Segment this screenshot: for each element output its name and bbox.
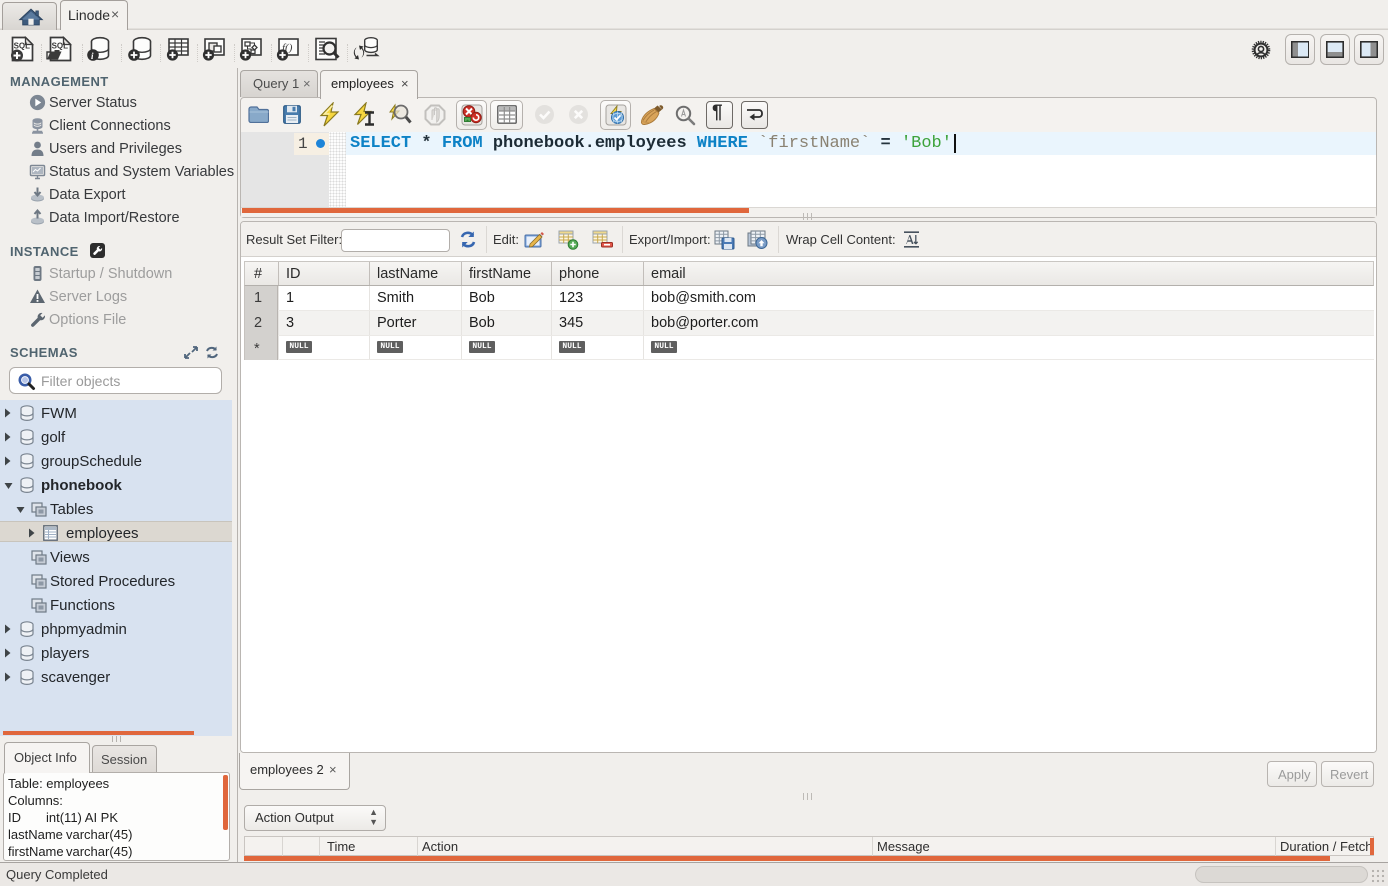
- svg-text:SQL: SQL: [14, 42, 31, 51]
- svg-text:SQL: SQL: [52, 42, 69, 51]
